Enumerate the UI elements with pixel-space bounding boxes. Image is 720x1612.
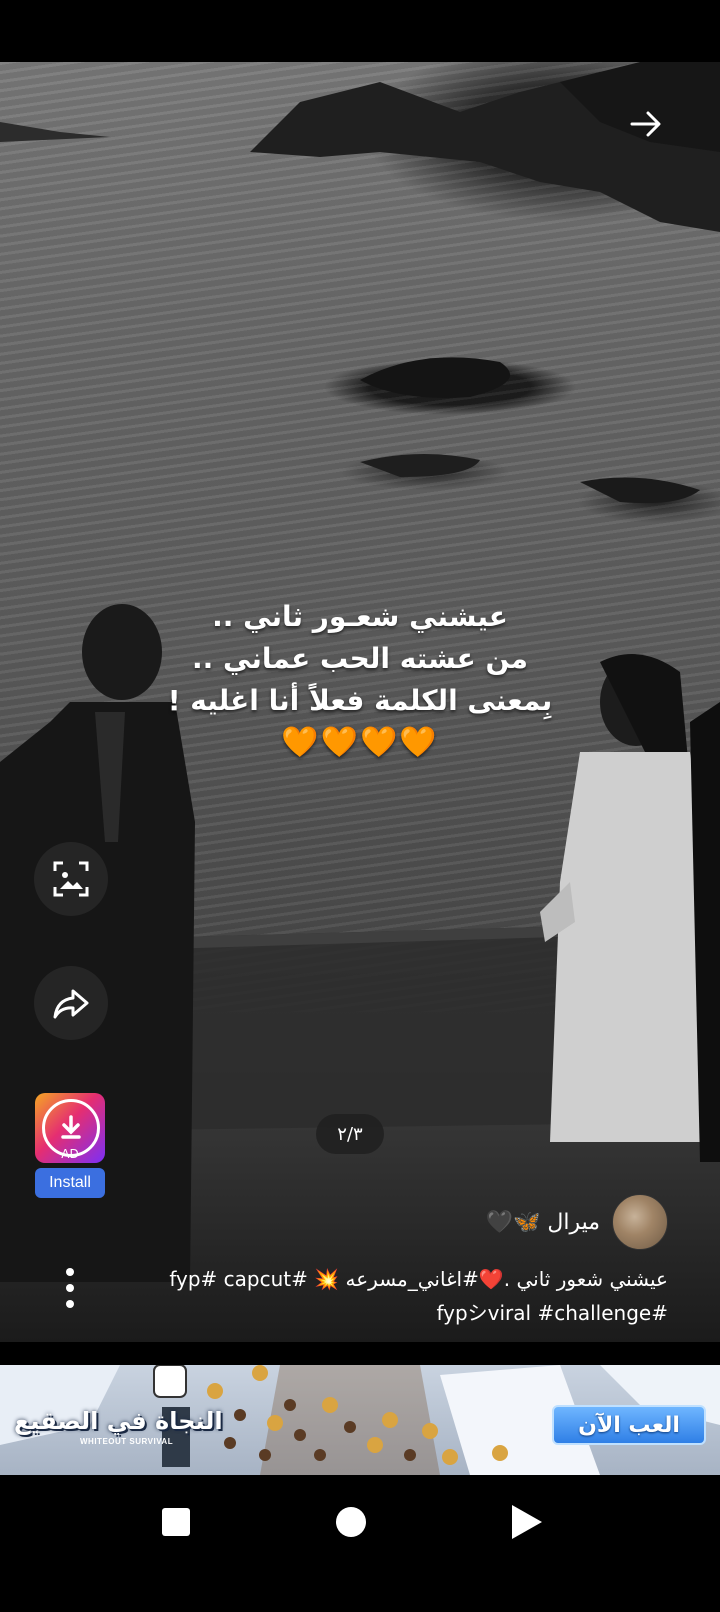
- avatar[interactable]: [612, 1194, 668, 1250]
- status-bar: [0, 0, 720, 62]
- navigation-bar: [0, 1475, 720, 1612]
- ad-label: AD: [61, 1147, 79, 1161]
- more-vertical-icon: [66, 1268, 74, 1276]
- caption-line-1: عيشني شعـور ثاني ..: [212, 600, 508, 633]
- image-scan-button[interactable]: [34, 842, 108, 916]
- next-arrow-button[interactable]: [628, 106, 664, 142]
- share-button[interactable]: [34, 966, 108, 1040]
- play-now-button[interactable]: العب الآن: [552, 1405, 706, 1445]
- game-subtitle: WHITEOUT SURVIVAL: [80, 1437, 174, 1446]
- install-button[interactable]: Install: [35, 1168, 105, 1198]
- back-triangle-icon[interactable]: [512, 1505, 542, 1539]
- description-line-1: عيشني شعور ثاني .❤️#اغاني_مسرعه 💥 #fyp# …: [169, 1267, 668, 1291]
- recents-square-icon[interactable]: [162, 1508, 190, 1536]
- caption-line-3: بِمعنى الكلمة فعلاً أنا اغليه !: [167, 684, 553, 717]
- game-ad-banner[interactable]: النجاة في الصقيع WHITEOUT SURVIVAL العب …: [0, 1365, 720, 1475]
- caption-line-2: من عشته الحب عماني ..: [191, 642, 528, 675]
- description-line-2: #fypシviral #challenge: [436, 1301, 668, 1325]
- game-logo: النجاة في الصقيع: [14, 1407, 223, 1435]
- arrow-right-icon: [630, 111, 661, 137]
- page-indicator: ٢/٣: [316, 1114, 384, 1154]
- author-row[interactable]: ميرال 🦋🖤: [486, 1194, 668, 1250]
- ad-app-icon[interactable]: AD: [35, 1093, 105, 1163]
- image-scan-icon: [53, 861, 89, 897]
- post-caption: عيشني شعـور ثاني .. من عشته الحب عماني .…: [150, 596, 570, 764]
- more-options-button[interactable]: [58, 1268, 82, 1308]
- caption-hearts: 🧡🧡🧡🧡: [281, 725, 439, 760]
- post-description[interactable]: عيشني شعور ثاني .❤️#اغاني_مسرعه 💥 #fyp# …: [148, 1262, 668, 1330]
- username[interactable]: ميرال 🦋🖤: [486, 1210, 600, 1235]
- home-circle-icon[interactable]: [336, 1507, 366, 1537]
- share-icon: [53, 989, 89, 1019]
